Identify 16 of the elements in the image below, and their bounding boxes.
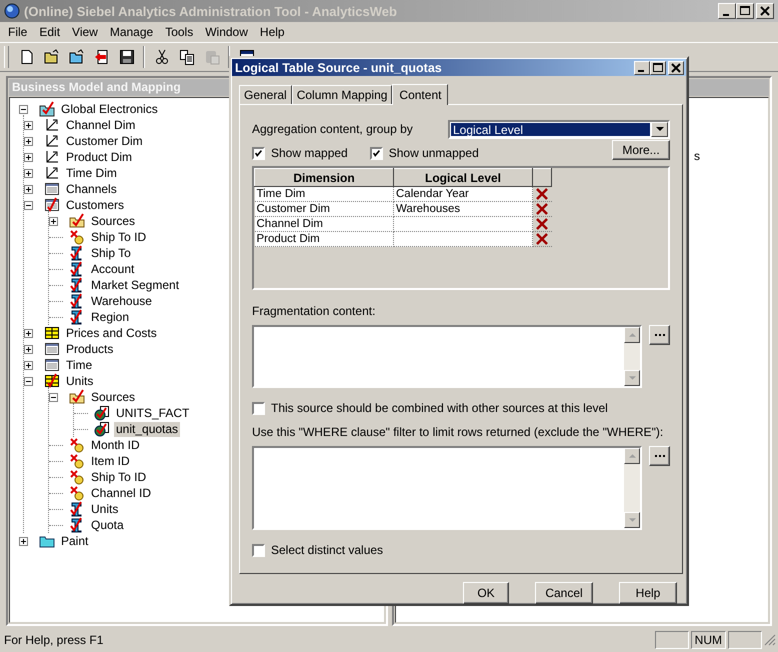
field-label: Fragmentation content: [252, 304, 376, 318]
partial-text: s [694, 149, 700, 163]
dialog-title: Logical Table Source - unit_quotas [235, 60, 442, 75]
status-text: For Help, press F1 [4, 633, 104, 647]
table-cell: Product Dim [254, 232, 394, 247]
field-label: Use this "WHERE clause" filter to limit rows returned (exclude the "WHERE"): [252, 425, 664, 440]
checkbox-label: Show unmapped [388, 146, 479, 160]
window-title: (Online) Siebel Analytics Administration Tool - AnalyticsWeb [24, 4, 397, 18]
table-cell: Channel Dim [254, 216, 394, 232]
table-cell: Time Dim [254, 186, 394, 202]
table-cell: Customer Dim [254, 202, 394, 217]
checkbox-label: Show mapped [271, 146, 348, 160]
num-lock-indicator: NUM [690, 631, 726, 649]
field-label: Aggregation content, group by [252, 122, 413, 136]
checkbox-label: Select distinct values [271, 543, 384, 558]
checkbox-label: This source should be combined with other sources at this level [271, 401, 608, 416]
